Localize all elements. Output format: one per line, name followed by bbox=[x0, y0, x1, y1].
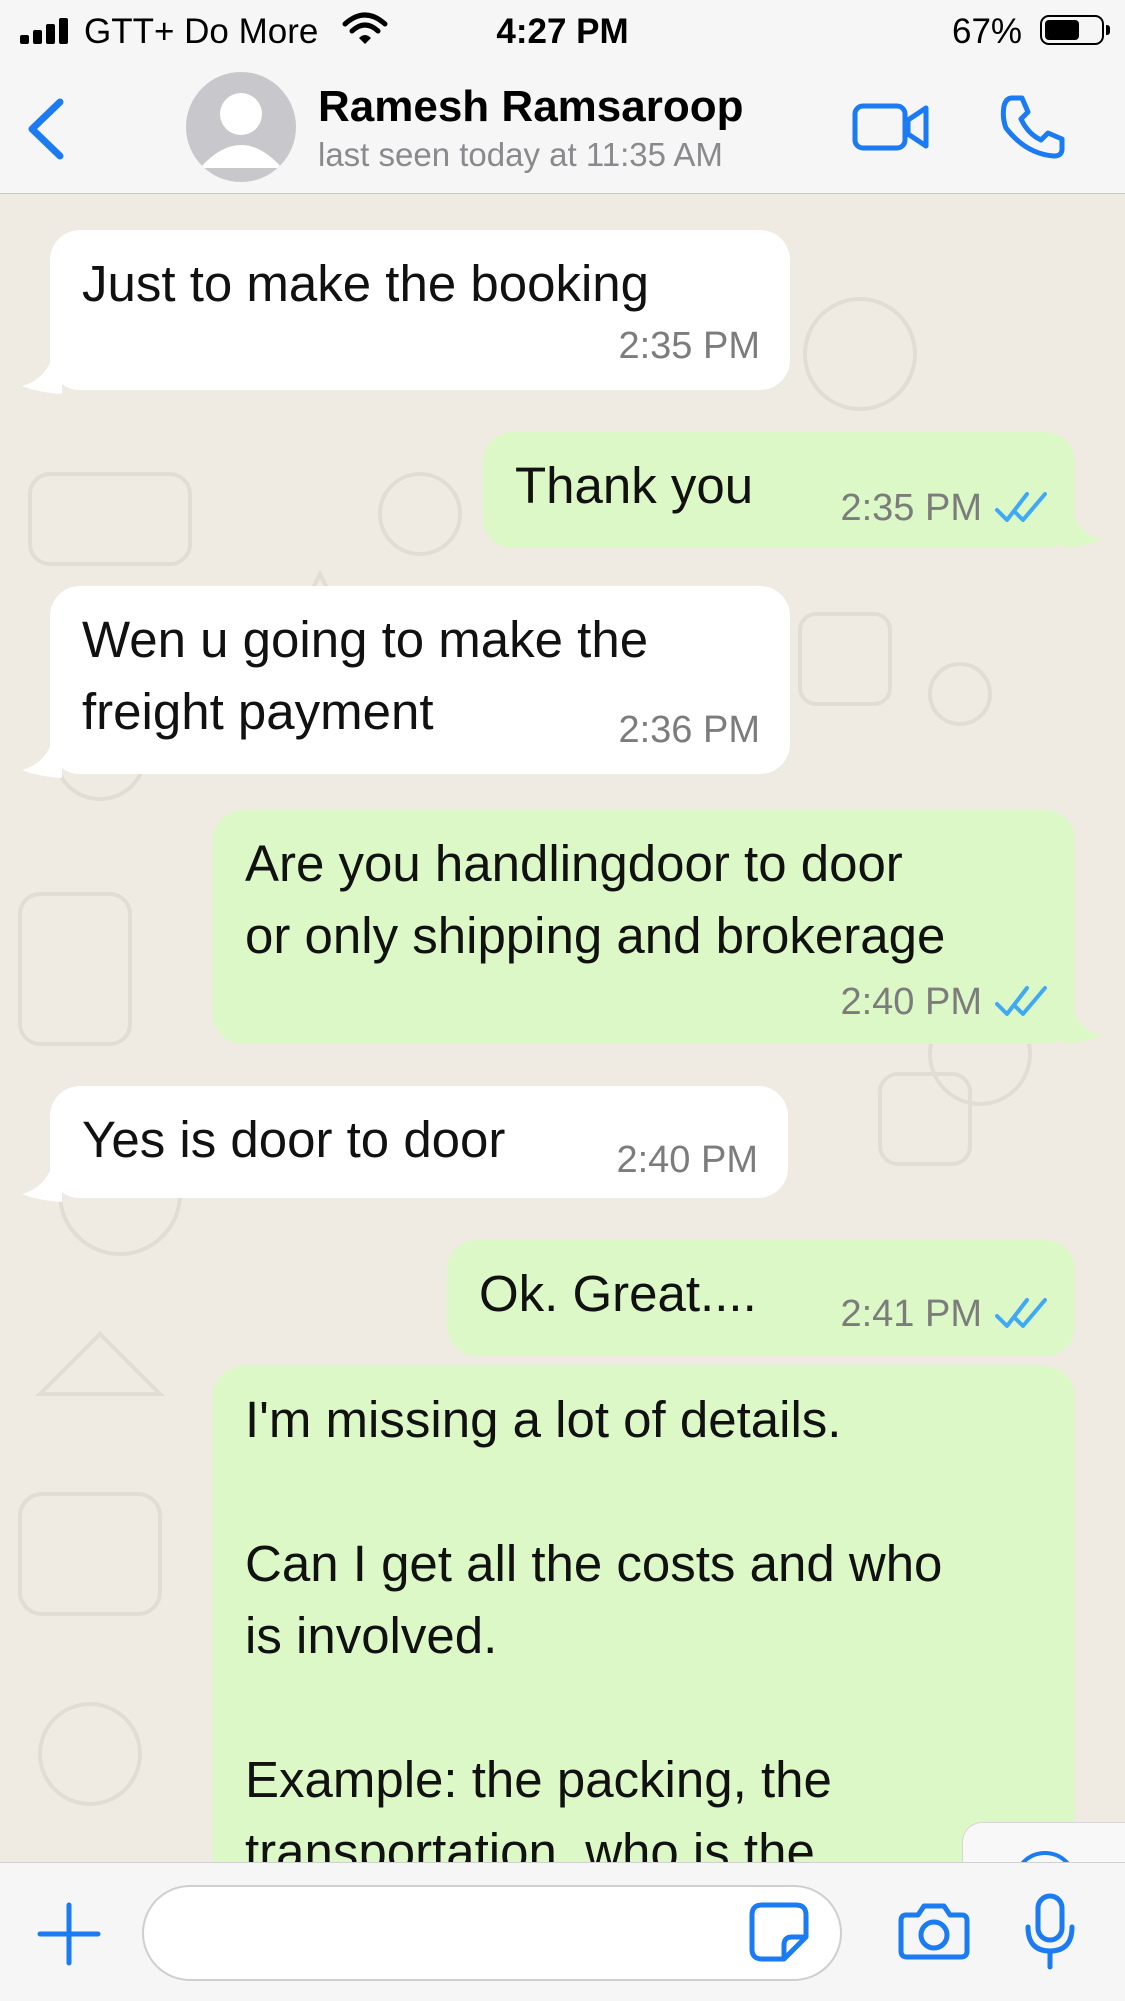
bubble-tail bbox=[1062, 512, 1102, 548]
battery-icon bbox=[1040, 15, 1110, 45]
status-bar: GTT+ Do More 4:27 PM 67% bbox=[0, 0, 1125, 62]
message-time: 2:40 PM bbox=[616, 1139, 758, 1181]
bubble-tail bbox=[1062, 1008, 1102, 1044]
message-text: Are you handlingdoor to door or only shi… bbox=[245, 835, 946, 964]
microphone-icon[interactable] bbox=[1024, 1893, 1076, 1971]
sticker-icon[interactable] bbox=[748, 1901, 810, 1963]
phone-icon[interactable] bbox=[998, 92, 1068, 162]
message-bubble-incoming[interactable]: Yes is door to door 2:40 PM bbox=[50, 1086, 788, 1198]
message-text: Thank you bbox=[515, 457, 754, 514]
scroll-to-bottom-button[interactable] bbox=[962, 1822, 1125, 1862]
battery-percent: 67% bbox=[952, 12, 1023, 51]
message-time: 2:40 PM bbox=[840, 981, 982, 1023]
avatar-placeholder-icon bbox=[200, 93, 282, 168]
bubble-tail bbox=[22, 358, 62, 394]
message-text: Ok. Great.... bbox=[479, 1265, 757, 1322]
contact-name[interactable]: Ramesh Ramsaroop bbox=[318, 82, 743, 132]
message-bubble-outgoing[interactable]: Ok. Great.... 2:41 PM bbox=[447, 1240, 1075, 1356]
camera-icon[interactable] bbox=[898, 1901, 970, 1961]
bubble-tail bbox=[22, 742, 62, 778]
message-bubble-outgoing[interactable]: I'm missing a lot of details. Can I get … bbox=[213, 1366, 1075, 1862]
chevron-left-icon[interactable] bbox=[22, 96, 68, 162]
read-receipt-icon bbox=[995, 492, 1047, 522]
message-list[interactable]: Just to make the booking 2:35 PM Thank y… bbox=[0, 194, 1125, 1862]
message-input[interactable] bbox=[142, 1885, 842, 1981]
message-bubble-incoming[interactable]: Just to make the booking 2:35 PM bbox=[50, 230, 790, 390]
bubble-tail bbox=[22, 1166, 62, 1202]
message-time: 2:35 PM bbox=[840, 487, 982, 529]
message-time: 2:36 PM bbox=[618, 709, 760, 751]
plus-icon[interactable] bbox=[36, 1901, 102, 1967]
message-text: Just to make the booking bbox=[82, 255, 650, 312]
message-time: 2:35 PM bbox=[618, 325, 760, 367]
message-time: 2:41 PM bbox=[840, 1293, 982, 1335]
video-camera-icon[interactable] bbox=[852, 100, 930, 154]
message-bubble-outgoing[interactable]: Are you handlingdoor to door or only shi… bbox=[213, 810, 1075, 1044]
message-bubble-outgoing[interactable]: Thank you 2:35 PM bbox=[483, 432, 1075, 548]
message-input-bar bbox=[0, 1862, 1125, 2001]
read-receipt-icon bbox=[995, 1298, 1047, 1328]
message-text: I'm missing a lot of details. Can I get … bbox=[245, 1391, 943, 1862]
chat-header: Ramesh Ramsaroop last seen today at 11:3… bbox=[0, 62, 1125, 194]
message-text: Yes is door to door bbox=[82, 1111, 506, 1168]
message-text: Wen u going to make the freight payment bbox=[82, 611, 649, 740]
chevron-down-circle-icon bbox=[1020, 1851, 1070, 1862]
read-receipt-icon bbox=[995, 986, 1047, 1016]
last-seen-status: last seen today at 11:35 AM bbox=[318, 136, 723, 173]
message-bubble-incoming[interactable]: Wen u going to make the freight payment … bbox=[50, 586, 790, 774]
avatar[interactable] bbox=[186, 72, 296, 182]
